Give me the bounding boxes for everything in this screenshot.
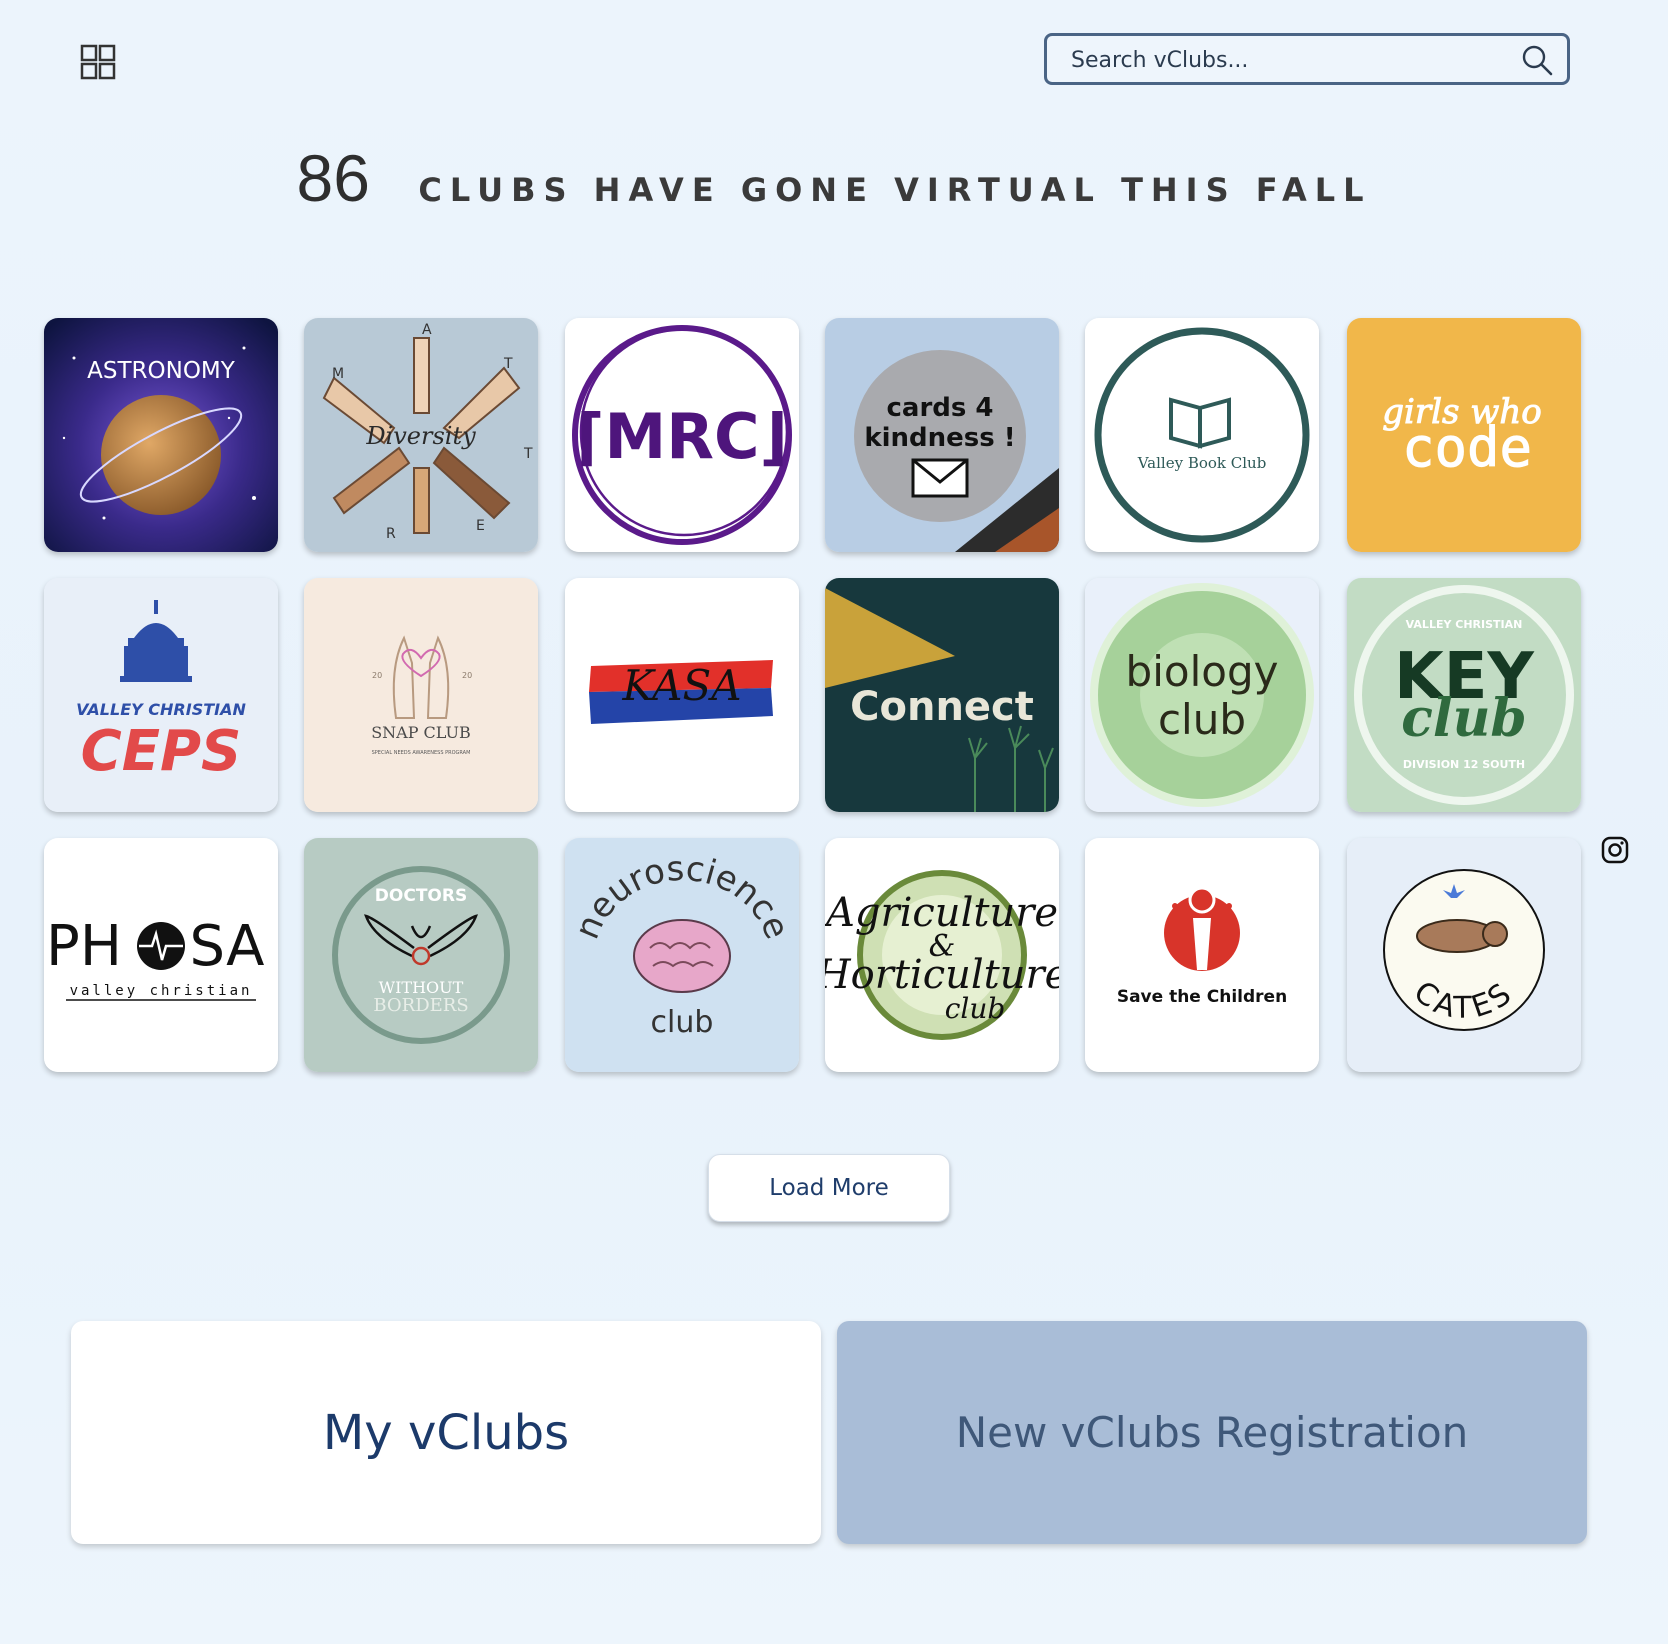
ceps-logo-text: CEPS [81, 719, 242, 784]
phosa-logo: PH SA valley christian [44, 838, 278, 1072]
snap-year-left: 20 [372, 671, 382, 680]
club-tile-biology-club[interactable]: biology club [1085, 578, 1319, 812]
club-tile-astronomy[interactable]: ASTRONOMY [44, 318, 278, 552]
cards-4-kindness-logo: cards 4 kindness ! [825, 318, 1059, 552]
club-tile-agriculture-horticulture[interactable]: Agriculture & Horticulture club [825, 838, 1059, 1072]
club-count: 86 [296, 141, 370, 215]
kasa-logo-text: KASA [621, 661, 741, 710]
connect-logo: Connect [825, 578, 1059, 812]
biology-club-logo-text: club [1158, 695, 1246, 744]
key-club-script-text: club [1401, 688, 1527, 749]
valley-book-club-logo-text: Valley Book Club [1137, 454, 1267, 472]
envelope-icon [911, 458, 969, 498]
astronomy-logo: ASTRONOMY [44, 318, 278, 552]
club-tile-key-club[interactable]: VALLEY CHRISTIAN KEY club DIVISION 12 SO… [1347, 578, 1581, 812]
club-tile-doctors-without-borders[interactable]: DOCTORS WITHOUT BORDERS [304, 838, 538, 1072]
cates-logo: CATES [1347, 838, 1581, 1072]
biology-logo-text: biology [1126, 647, 1279, 696]
new-vclubs-registration-label: New vClubs Registration [955, 1408, 1469, 1457]
diversity-logo: Diversity A T T E R M [304, 318, 538, 552]
club-tile-neuroscience-club[interactable]: neuroscience club [565, 838, 799, 1072]
phosa-subtitle-text: valley christian [70, 983, 253, 999]
club-tile-cards-4-kindness[interactable]: cards 4 kindness ! [825, 318, 1059, 552]
girls-who-code-logo: girls who code [1347, 318, 1581, 552]
ring-letter: T [503, 356, 513, 372]
diversity-logo-text: Diversity [365, 422, 476, 450]
key-club-logo: VALLEY CHRISTIAN KEY club DIVISION 12 SO… [1347, 578, 1581, 812]
ceps-logo: VALLEY CHRISTIAN CEPS [44, 578, 278, 812]
ring-letter: A [422, 322, 432, 338]
save-the-children-logo-text: Save the Children [1117, 987, 1287, 1007]
cards-logo-text: cards 4 [886, 393, 993, 423]
club-tile-diversity[interactable]: Diversity A T T E R M [304, 318, 538, 552]
mrc-logo: ⌈MRC⌋ [565, 318, 799, 552]
club-tile-valley-book-club[interactable]: Valley Book Club [1085, 318, 1319, 552]
search-box [1044, 33, 1570, 85]
brain-icon [633, 919, 731, 993]
code-logo-text: code [1402, 416, 1532, 479]
my-vclubs-label: My vClubs [322, 1404, 570, 1461]
agri-club-logo-text: club [945, 992, 1006, 1025]
mrc-logo-text: ⌈MRC⌋ [576, 400, 788, 473]
club-tile-connect[interactable]: Connect [825, 578, 1059, 812]
headline-tagline: CLUBS HAVE GONE VIRTUAL THIS FALL [418, 171, 1372, 209]
ceps-valley-text: VALLEY CHRISTIAN [76, 700, 246, 719]
valley-book-club-logo: Valley Book Club [1085, 318, 1319, 552]
phosa-sa-text: SA [190, 914, 265, 979]
neuroscience-club-logo-text: club [651, 1005, 714, 1040]
doctors-logo-text: DOCTORS [375, 886, 467, 906]
astronomy-logo-text: ASTRONOMY [87, 358, 236, 384]
ring-letter: M [332, 366, 344, 382]
club-tile-snap-club[interactable]: 20 20 SNAP CLUB SPECIAL NEEDS AWARENESS … [304, 578, 538, 812]
horticulture-logo-text: Horticulture [825, 952, 1059, 998]
load-more-button[interactable]: Load More [708, 1154, 950, 1222]
key-club-bottom-text: DIVISION 12 SOUTH [1403, 758, 1525, 771]
neuroscience-club-logo: neuroscience club [565, 838, 799, 1072]
snap-subtitle-text: SPECIAL NEEDS AWARENESS PROGRAM [372, 750, 471, 756]
club-tile-kasa[interactable]: KASA [565, 578, 799, 812]
snap-club-logo: 20 20 SNAP CLUB SPECIAL NEEDS AWARENESS … [304, 578, 538, 812]
key-club-top-text: VALLEY CHRISTIAN [1406, 618, 1523, 631]
club-tile-mrc[interactable]: ⌈MRC⌋ [565, 318, 799, 552]
club-tile-girls-who-code[interactable]: girls who code [1347, 318, 1581, 552]
ring-letter: E [476, 518, 485, 534]
phosa-ph-text: PH [46, 914, 122, 979]
club-tile-cates[interactable]: CATES [1347, 838, 1581, 1072]
my-vclubs-button[interactable]: My vClubs [71, 1321, 821, 1544]
kasa-logo: KASA [565, 578, 799, 812]
instagram-icon[interactable] [1601, 836, 1629, 864]
doctors-without-borders-logo: DOCTORS WITHOUT BORDERS [304, 838, 538, 1072]
search-icon[interactable] [1521, 44, 1553, 76]
ring-letter: R [386, 526, 396, 542]
snap-logo-text: SNAP CLUB [371, 723, 471, 742]
search-input[interactable] [1069, 36, 1513, 84]
connect-logo-text: Connect [850, 684, 1034, 730]
grid-menu-icon[interactable] [80, 44, 116, 80]
ring-letter: T [523, 446, 533, 462]
borders-logo-text: BORDERS [373, 995, 468, 1016]
headline: 86 CLUBS HAVE GONE VIRTUAL THIS FALL [0, 140, 1668, 216]
heartbeat-icon [137, 922, 185, 970]
kindness-logo-text: kindness ! [864, 423, 1015, 453]
biology-club-logo: biology club [1085, 578, 1319, 812]
save-the-children-logo: Save the Children [1085, 838, 1319, 1072]
snap-year-right: 20 [462, 671, 472, 680]
club-tile-phosa[interactable]: PH SA valley christian [44, 838, 278, 1072]
club-tile-save-the-children[interactable]: Save the Children [1085, 838, 1319, 1072]
club-tile-ceps[interactable]: VALLEY CHRISTIAN CEPS [44, 578, 278, 812]
new-vclubs-registration-button[interactable]: New vClubs Registration [837, 1321, 1587, 1544]
agriculture-horticulture-logo: Agriculture & Horticulture club [825, 838, 1059, 1072]
